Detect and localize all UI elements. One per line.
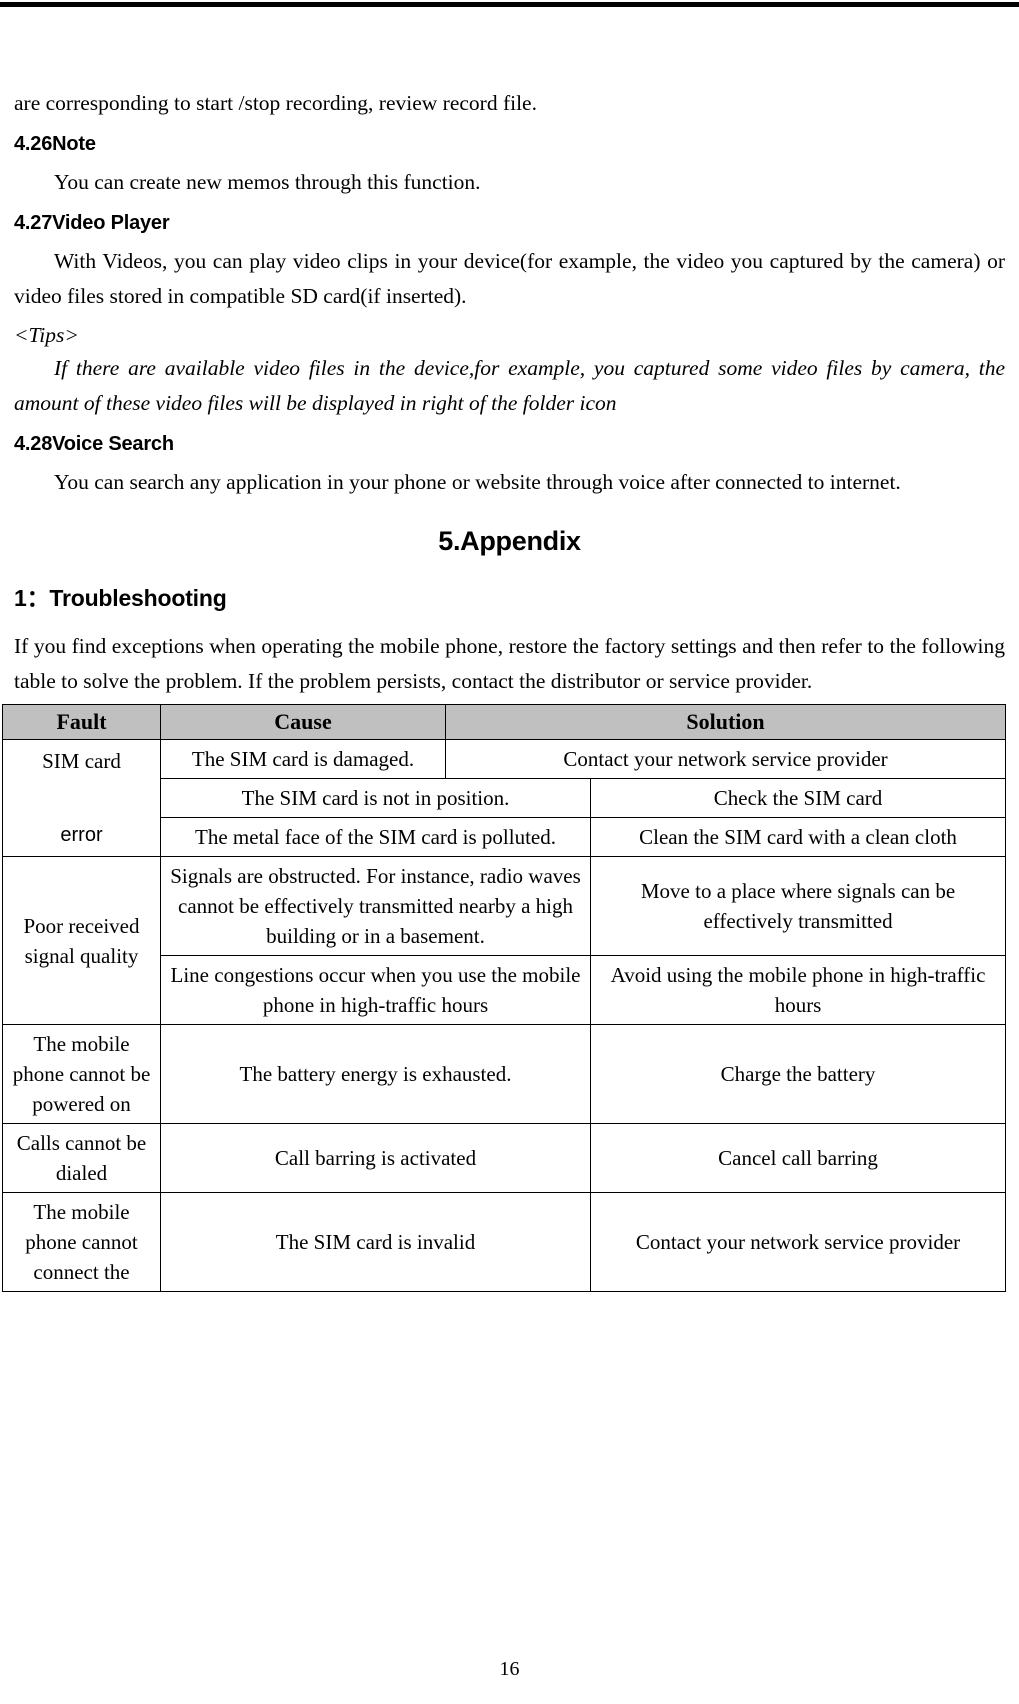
page-number: 16 — [499, 1658, 520, 1680]
cell-solution: Charge the battery — [590, 1024, 1007, 1124]
table-row: The mobile phone cannot connect the The … — [2, 1192, 1007, 1292]
paragraph-troubleshooting-intro: If you find exceptions when operating th… — [14, 634, 1005, 693]
table-row: SIM card error The SIM card is damaged. … — [2, 739, 1007, 857]
cell-cause: The SIM card is damaged. — [159, 739, 447, 779]
cell-cause: The metal face of the SIM card is pollut… — [159, 817, 592, 857]
paragraph-note: You can create new memos through this fu… — [54, 170, 481, 194]
cell-fault-sim-card: SIM card error — [2, 739, 161, 857]
cell-fault-poor-signal: Poor received signal quality — [2, 856, 161, 1025]
paragraph-voice-search: You can search any application in your p… — [54, 470, 901, 494]
cell-fault-calls-dialed: Calls cannot be dialed — [2, 1123, 161, 1193]
cell-fault-cannot-connect: The mobile phone cannot connect the — [2, 1192, 161, 1292]
cell-cause: Call barring is activated — [159, 1123, 592, 1193]
paragraph-video-player: With Videos, you can play video clips in… — [14, 249, 1005, 308]
heading-4-26-note: 4.26Note — [14, 133, 96, 155]
heading-4-27-video-player: 4.27Video Player — [14, 212, 170, 234]
column-header-cause: Cause — [159, 704, 447, 740]
table-row: Calls cannot be dialed Call barring is a… — [2, 1123, 1007, 1193]
page-content: are corresponding to start /stop recordi… — [2, 86, 1007, 1292]
tips-label: <Tips> — [14, 323, 79, 347]
heading-4-28-voice-search: 4.28Voice Search — [14, 433, 174, 455]
continuation-paragraph: are corresponding to start /stop recordi… — [14, 91, 537, 115]
cell-cause: Signals are obstructed. For instance, ra… — [159, 856, 592, 956]
table-header-row: Fault Cause Solution — [2, 704, 1007, 740]
table-row: The mobile phone cannot be powered on Th… — [2, 1024, 1007, 1124]
fault-primary-text: SIM card — [42, 749, 121, 773]
cell-cause: The SIM card is not in position. — [159, 778, 592, 818]
cell-solution: Cancel call barring — [590, 1123, 1007, 1193]
cell-solution: Avoid using the mobile phone in high-tra… — [590, 955, 1007, 1025]
chapter-title-appendix: 5.Appendix — [438, 526, 581, 556]
fault-secondary-text: error — [60, 824, 103, 846]
fault-gap — [9, 776, 154, 820]
cell-solution: Move to a place where signals can be eff… — [590, 856, 1007, 956]
cell-cause: Line congestions occur when you use the … — [159, 955, 592, 1025]
tips-paragraph: If there are available video files in th… — [14, 356, 1005, 415]
page-header-rule — [0, 2, 1019, 7]
cell-solution: Contact your network service provider — [590, 1192, 1007, 1292]
cell-solution: Check the SIM card — [590, 778, 1007, 818]
column-header-fault: Fault — [2, 704, 161, 740]
cell-cause: The SIM card is invalid — [159, 1192, 592, 1292]
table-row: Poor received signal quality Signals are… — [2, 856, 1007, 1025]
cell-solution: Contact your network service provider — [445, 739, 1007, 779]
troubleshooting-table: Fault Cause Solution SIM card error The … — [2, 704, 1007, 1292]
document-page: are corresponding to start /stop recordi… — [0, 0, 1019, 1704]
cell-cause: The battery energy is exhausted. — [159, 1024, 592, 1124]
column-header-solution: Solution — [445, 704, 1007, 740]
cell-solution: Clean the SIM card with a clean cloth — [590, 817, 1007, 857]
cell-fault-power-on: The mobile phone cannot be powered on — [2, 1024, 161, 1124]
section-title-troubleshooting: 1：Troubleshooting — [14, 585, 227, 611]
